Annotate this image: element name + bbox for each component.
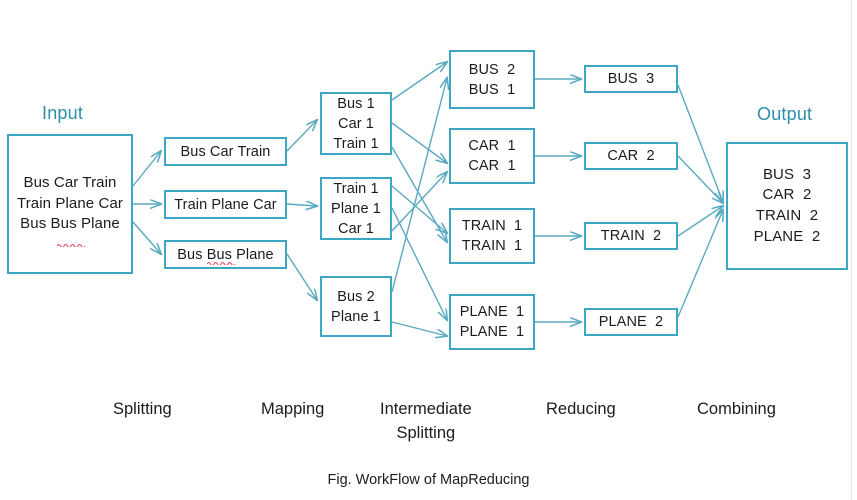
mapping-box-2-line-2: Plane 1	[331, 200, 381, 217]
output-line-1: BUS 3	[762, 165, 812, 183]
input-line-1: Bus Car Train	[23, 173, 117, 191]
mapreduce-workflow-diagram: Input Bus Car Train Train Plane Car Bus …	[0, 0, 857, 500]
mapping-box-2-line-1: Train 1	[333, 180, 379, 197]
input-line-3: Bus Bus Plane	[20, 215, 120, 233]
intermediate-box-plane-line-1: PLANE 1	[459, 304, 525, 320]
intermediate-box-plane-line-2: PLANE 1	[459, 324, 525, 340]
stage-label-mapping: Mapping	[261, 398, 324, 422]
reducing-box-plane: PLANE 2	[584, 308, 678, 336]
intermediate-box-bus: BUS 2 BUS 1	[449, 50, 535, 109]
input-section-label: Input	[42, 103, 84, 123]
reducing-box-bus: BUS 3	[584, 65, 678, 93]
stage-label-mapping-line-1: Mapping	[261, 400, 325, 418]
mapping-box-3: Bus 2 Plane 1	[320, 276, 392, 337]
reducing-box-plane-line-1: PLANE 2	[598, 314, 664, 330]
intermediate-box-car-line-1: CAR 1	[468, 138, 516, 154]
splitting-box-2: Train Plane Car	[164, 190, 287, 219]
stage-label-reducing-line-1: Reducing	[546, 400, 616, 418]
mapping-box-3-line-2: Plane 1	[331, 308, 381, 325]
stage-label-reducing: Reducing	[546, 398, 616, 422]
stage-label-intermediate-line-1: Intermediate	[380, 400, 472, 418]
intermediate-box-car: CAR 1 CAR 1	[449, 128, 535, 184]
intermediate-box-train: TRAIN 1 TRAIN 1	[449, 208, 535, 264]
intermediate-box-bus-line-2: BUS 1	[468, 81, 516, 98]
input-line-2: Train Plane Car	[17, 194, 123, 212]
stage-label-combining: Combining	[697, 398, 776, 422]
figure-caption: Fig. WorkFlow of MapReducing	[327, 472, 530, 488]
splitting-box-2-line-1: Train Plane Car	[174, 196, 277, 213]
intermediate-box-train-line-2: TRAIN 1	[461, 238, 523, 254]
output-line-4: PLANE 2	[753, 227, 821, 245]
page-edge-divider	[851, 0, 852, 500]
intermediate-box-plane: PLANE 1 PLANE 1	[449, 294, 535, 350]
stage-label-splitting: Splitting	[113, 398, 172, 422]
mapping-box-3-line-1: Bus 2	[337, 288, 375, 305]
reducing-box-car: CAR 2	[584, 142, 678, 170]
output-box: BUS 3 CAR 2 TRAIN 2 PLANE 2	[726, 142, 848, 270]
intermediate-box-train-line-1: TRAIN 1	[461, 218, 523, 234]
stage-label-intermediate-splitting: Intermediate Splitting	[380, 398, 472, 446]
mapping-box-2: Train 1 Plane 1 Car 1	[320, 177, 392, 240]
mapping-box-1: Bus 1 Car 1 Train 1	[320, 92, 392, 155]
splitting-box-3: Bus Bus Plane	[164, 240, 287, 269]
reducing-box-bus-line-1: BUS 3	[607, 71, 655, 87]
mapping-box-1-line-1: Bus 1	[337, 95, 375, 112]
mapping-box-1-line-3: Train 1	[333, 135, 379, 152]
reducing-box-car-line-1: CAR 2	[607, 148, 655, 164]
stage-label-intermediate-line-2: Splitting	[396, 423, 456, 442]
stage-label-combining-line-1: Combining	[697, 400, 776, 418]
splitting-box-1-line-1: Bus Car Train	[180, 143, 271, 160]
intermediate-box-car-line-2: CAR 1	[468, 158, 516, 174]
mapping-box-1-line-2: Car 1	[338, 115, 374, 132]
splitting-box-1: Bus Car Train	[164, 137, 287, 166]
output-section-label: Output	[757, 104, 813, 124]
stage-label-splitting-line-1: Splitting	[113, 400, 172, 418]
splitting-box-3-line-1: Bus Bus Plane	[177, 246, 274, 263]
reducing-box-train-line-1: TRAIN 2	[600, 228, 662, 244]
input-box: Bus Car Train Train Plane Car Bus Bus Pl…	[7, 134, 133, 274]
reducing-box-train: TRAIN 2	[584, 222, 678, 250]
output-line-3: TRAIN 2	[755, 207, 819, 224]
mapping-box-2-line-3: Car 1	[338, 220, 374, 237]
intermediate-box-bus-line-1: BUS 2	[468, 61, 516, 78]
output-line-2: CAR 2	[762, 186, 812, 204]
